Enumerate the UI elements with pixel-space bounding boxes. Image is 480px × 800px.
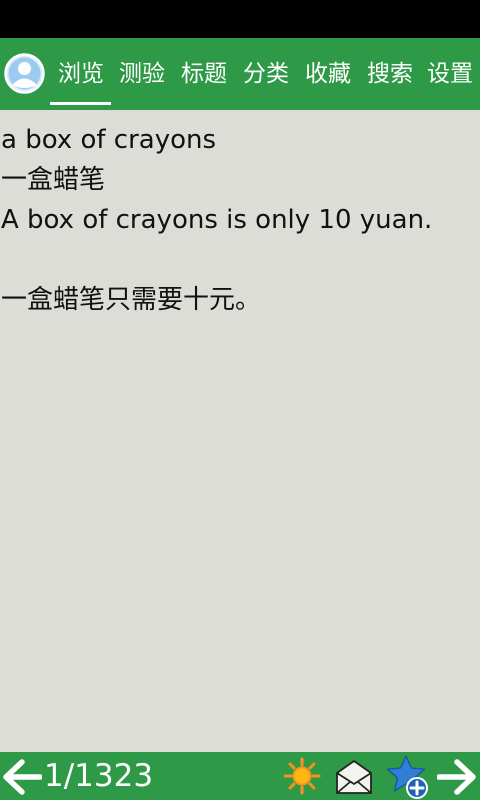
mail-icon[interactable]	[334, 758, 374, 796]
tab-settings[interactable]: 设置	[422, 38, 478, 110]
sun-icon[interactable]	[283, 757, 321, 795]
tab-title[interactable]: 标题	[175, 38, 233, 110]
tab-search[interactable]: 搜索	[361, 38, 419, 110]
star-add-icon[interactable]	[385, 754, 431, 800]
arrow-right-icon[interactable]	[436, 759, 477, 795]
example-translation: 一盒蜡笔只需要十元。	[1, 285, 262, 315]
bottom-bar: 1/1323	[0, 752, 480, 800]
entry-content: a box of crayons 一盒蜡笔 A box of crayons i…	[0, 110, 480, 752]
page-counter: 1/1323	[44, 758, 154, 794]
example-sentence: A box of crayons is only 10 yuan.	[1, 205, 433, 235]
arrow-left-icon[interactable]	[2, 759, 43, 795]
status-bar	[0, 0, 480, 38]
tab-category[interactable]: 分类	[237, 38, 295, 110]
tab-bar: 浏览 测验 标题 分类 收藏 搜索 设置	[0, 38, 480, 110]
tab-quiz[interactable]: 测验	[113, 38, 171, 110]
user-avatar-icon[interactable]	[4, 53, 45, 94]
active-tab-indicator	[50, 102, 111, 105]
tab-favorite[interactable]: 收藏	[299, 38, 357, 110]
tab-browse[interactable]: 浏览	[50, 38, 112, 110]
phrase-translation: 一盒蜡笔	[1, 165, 106, 195]
phrase: a box of crayons	[1, 125, 217, 155]
